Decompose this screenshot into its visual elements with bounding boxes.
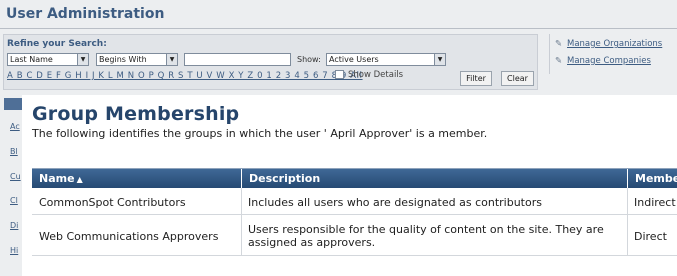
table-cell-description: Users responsible for the quality of con… bbox=[248, 223, 604, 249]
table-cell-description: Includes all users who are designated as… bbox=[248, 196, 542, 209]
pin-icon: ✎ bbox=[555, 39, 563, 49]
table-cell-membership: Indirect bbox=[634, 196, 676, 209]
manage-companies-link[interactable]: ✎ Manage Companies bbox=[555, 56, 651, 66]
dialog-title: Group Membership bbox=[32, 103, 240, 125]
side-list-item[interactable]: Cu bbox=[10, 172, 21, 181]
column-divider bbox=[241, 188, 242, 255]
sort-ascending-icon: ▲ bbox=[76, 175, 83, 184]
search-input[interactable] bbox=[184, 53, 291, 66]
chevron-down-icon: ▼ bbox=[166, 54, 177, 65]
filter-button[interactable]: Filter bbox=[460, 71, 492, 86]
chevron-down-icon: ▼ bbox=[77, 54, 88, 65]
side-list-item[interactable]: Hi bbox=[10, 246, 18, 255]
row-divider bbox=[32, 255, 677, 256]
show-details-label: Show Details bbox=[348, 70, 404, 80]
show-label: Show: bbox=[297, 55, 321, 64]
side-list-item[interactable]: Cl bbox=[10, 196, 18, 205]
row-divider bbox=[32, 214, 677, 215]
side-list-item[interactable]: Bl bbox=[10, 147, 18, 156]
table-cell-name: CommonSpot Contributors bbox=[39, 196, 186, 209]
table-cell-membership: Direct bbox=[634, 230, 667, 243]
show-select[interactable]: Active Users ▼ bbox=[326, 53, 446, 66]
alphabet-filter-links[interactable]: A B C D E F G H I J K L M N O P Q R S T … bbox=[7, 71, 363, 81]
side-list-item[interactable]: Ac bbox=[10, 122, 20, 131]
column-header-membership[interactable]: Membe bbox=[627, 169, 677, 188]
table-cell-name: Web Communications Approvers bbox=[39, 230, 219, 243]
title-divider bbox=[0, 28, 677, 29]
group-membership-dialog: Group Membership The following identifie… bbox=[22, 95, 677, 276]
page-title: User Administration bbox=[6, 6, 165, 22]
membership-table: Name ▲ Description Membe CommonSpot Contr… bbox=[32, 168, 677, 256]
side-tab bbox=[4, 98, 24, 110]
clear-button[interactable]: Clear bbox=[501, 71, 534, 86]
side-list-item[interactable]: Di bbox=[10, 221, 18, 230]
field-select[interactable]: Last Name ▼ bbox=[7, 53, 89, 66]
manage-organizations-link[interactable]: ✎ Manage Organizations bbox=[555, 39, 662, 49]
column-header-description[interactable]: Description bbox=[241, 169, 627, 188]
chevron-down-icon: ▼ bbox=[434, 54, 445, 65]
show-details-checkbox[interactable] bbox=[335, 70, 344, 79]
refine-search-label: Refine your Search: bbox=[7, 39, 107, 49]
column-header-name[interactable]: Name ▲ bbox=[32, 169, 241, 188]
operator-select[interactable]: Begins With ▼ bbox=[96, 53, 178, 66]
dialog-intro-text: The following identifies the groups in w… bbox=[32, 127, 488, 140]
column-divider bbox=[627, 188, 628, 255]
pin-icon: ✎ bbox=[555, 56, 563, 66]
